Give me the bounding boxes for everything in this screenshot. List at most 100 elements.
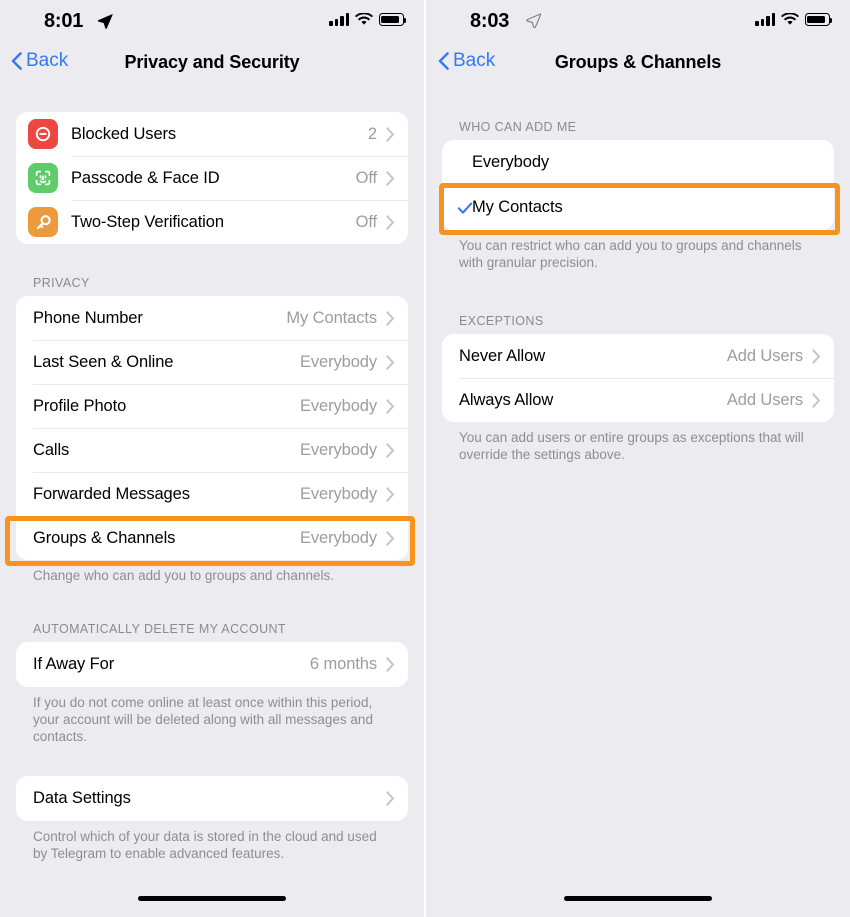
row-value: Everybody xyxy=(299,528,377,547)
settings-content-left: Blocked Users 2 Passcode & Face ID Off T… xyxy=(0,112,424,862)
row-two-step-verification[interactable]: Two-Step Verification Off xyxy=(16,200,408,244)
section-header-auto-delete: AUTOMATICALLY DELETE MY ACCOUNT xyxy=(33,622,286,636)
dual-screenshot-container: 8:01 Back Privacy and Security Blocked U… xyxy=(0,0,850,917)
row-label: Passcode & Face ID xyxy=(71,168,220,187)
security-card: Blocked Users 2 Passcode & Face ID Off T… xyxy=(16,112,408,244)
row-label: Always Allow xyxy=(459,390,554,409)
settings-content-right: WHO CAN ADD ME Everybody My Contacts You… xyxy=(426,120,850,463)
exceptions-card: Never Allow Add Users Always Allow Add U… xyxy=(442,334,834,422)
section-header-exceptions: EXCEPTIONS xyxy=(459,314,544,328)
auto-delete-card: If Away For 6 months xyxy=(16,642,408,687)
left-phone-screen: 8:01 Back Privacy and Security Blocked U… xyxy=(0,0,424,917)
exceptions-section: EXCEPTIONS Never Allow Add Users Always … xyxy=(426,314,850,463)
cellular-bars-icon xyxy=(329,13,349,26)
chevron-right-icon xyxy=(386,354,395,370)
row-profile-photo[interactable]: Profile Photo Everybody xyxy=(16,384,408,428)
chevron-right-icon xyxy=(386,657,395,672)
wifi-icon xyxy=(355,13,373,25)
row-last-seen-online[interactable]: Last Seen & Online Everybody xyxy=(16,340,408,384)
right-phone-screen: 8:03 Back Groups & Channels WHO CAN ADD … xyxy=(426,0,850,917)
nav-bar-right: Back Groups & Channels xyxy=(426,44,850,92)
wifi-icon xyxy=(781,13,799,25)
section-header-who-can-add-me: WHO CAN ADD ME xyxy=(459,120,577,134)
row-label: Phone Number xyxy=(33,308,143,327)
who-can-add-me-section: WHO CAN ADD ME Everybody My Contacts You… xyxy=(426,120,850,271)
privacy-section: PRIVACY Phone Number My Contacts Last Se… xyxy=(0,276,424,584)
row-label: If Away For xyxy=(33,655,115,673)
home-indicator xyxy=(138,896,286,901)
data-settings-footer-note: Control which of your data is stored in … xyxy=(33,829,377,861)
option-my-contacts[interactable]: My Contacts xyxy=(442,185,834,230)
auto-delete-footer-note: If you do not come online at least once … xyxy=(33,695,373,744)
face-id-icon xyxy=(28,163,58,193)
row-groups-channels[interactable]: Groups & Channels Everybody xyxy=(16,516,408,560)
page-title: Groups & Channels xyxy=(554,52,722,72)
row-always-allow[interactable]: Always Allow Add Users xyxy=(442,378,834,422)
chevron-right-icon xyxy=(812,392,821,408)
row-label: Data Settings xyxy=(33,789,131,807)
row-label: Last Seen & Online xyxy=(33,352,174,371)
option-label: My Contacts xyxy=(472,198,563,216)
privacy-card: Phone Number My Contacts Last Seen & Onl… xyxy=(16,296,408,560)
chevron-right-icon xyxy=(386,398,395,414)
who-can-add-me-footer-note: You can restrict who can add you to grou… xyxy=(459,238,802,270)
chevron-right-icon xyxy=(386,214,395,230)
row-value: Add Users xyxy=(726,390,803,409)
chevron-right-icon xyxy=(386,791,395,806)
row-label: Blocked Users xyxy=(71,124,177,143)
privacy-footer-note: Change who can add you to groups and cha… xyxy=(33,568,334,583)
row-if-away-for[interactable]: If Away For 6 months xyxy=(16,642,408,687)
row-value: 2 xyxy=(367,124,377,143)
data-settings-section: Data Settings Control which of your data… xyxy=(0,776,424,862)
chevron-right-icon xyxy=(386,530,395,546)
auto-delete-section: AUTOMATICALLY DELETE MY ACCOUNT If Away … xyxy=(0,622,424,745)
row-value: 6 months xyxy=(309,655,377,673)
row-label: Never Allow xyxy=(459,346,546,365)
cellular-bars-icon xyxy=(755,13,775,26)
row-forwarded-messages[interactable]: Forwarded Messages Everybody xyxy=(16,472,408,516)
row-value: Off xyxy=(355,168,378,187)
status-time: 8:03 xyxy=(470,10,510,32)
home-indicator xyxy=(564,896,712,901)
status-indicators xyxy=(755,13,833,26)
chevron-right-icon xyxy=(812,348,821,364)
row-value: Everybody xyxy=(299,440,377,459)
chevron-right-icon xyxy=(386,126,395,142)
row-blocked-users[interactable]: Blocked Users 2 xyxy=(16,112,408,156)
status-indicators xyxy=(329,13,407,26)
status-bar-right: 8:03 xyxy=(426,0,850,44)
checkmark-icon xyxy=(457,200,473,216)
row-value: Everybody xyxy=(299,352,377,371)
status-bar-left: 8:01 xyxy=(0,0,424,44)
chevron-right-icon xyxy=(386,170,395,186)
row-phone-number[interactable]: Phone Number My Contacts xyxy=(16,296,408,340)
section-header-privacy: PRIVACY xyxy=(33,276,90,290)
row-passcode-face-id[interactable]: Passcode & Face ID Off xyxy=(16,156,408,200)
chevron-right-icon xyxy=(386,310,395,326)
row-data-settings[interactable]: Data Settings xyxy=(16,776,408,821)
row-value: Off xyxy=(355,212,378,231)
page-title: Privacy and Security xyxy=(124,52,300,72)
who-can-add-me-card: Everybody My Contacts xyxy=(442,140,834,230)
row-label: Calls xyxy=(33,440,70,459)
block-user-icon xyxy=(28,119,58,149)
row-value: My Contacts xyxy=(286,308,377,327)
row-label: Forwarded Messages xyxy=(33,484,190,503)
row-label: Two-Step Verification xyxy=(71,212,224,231)
chevron-right-icon xyxy=(386,442,395,458)
status-time: 8:01 xyxy=(44,10,84,32)
key-icon xyxy=(28,207,58,237)
row-value: Everybody xyxy=(299,484,377,503)
row-label: Profile Photo xyxy=(33,396,127,415)
location-arrow-icon xyxy=(97,13,113,29)
nav-bar-left: Back Privacy and Security xyxy=(0,44,424,92)
row-never-allow[interactable]: Never Allow Add Users xyxy=(442,334,834,378)
row-calls[interactable]: Calls Everybody xyxy=(16,428,408,472)
battery-icon xyxy=(379,13,407,26)
exceptions-footer-note: You can add users or entire groups as ex… xyxy=(459,430,804,462)
row-value: Add Users xyxy=(726,346,803,365)
data-settings-card: Data Settings xyxy=(16,776,408,821)
option-everybody[interactable]: Everybody xyxy=(442,140,834,185)
row-value: Everybody xyxy=(299,396,377,415)
location-arrow-icon xyxy=(526,13,542,29)
